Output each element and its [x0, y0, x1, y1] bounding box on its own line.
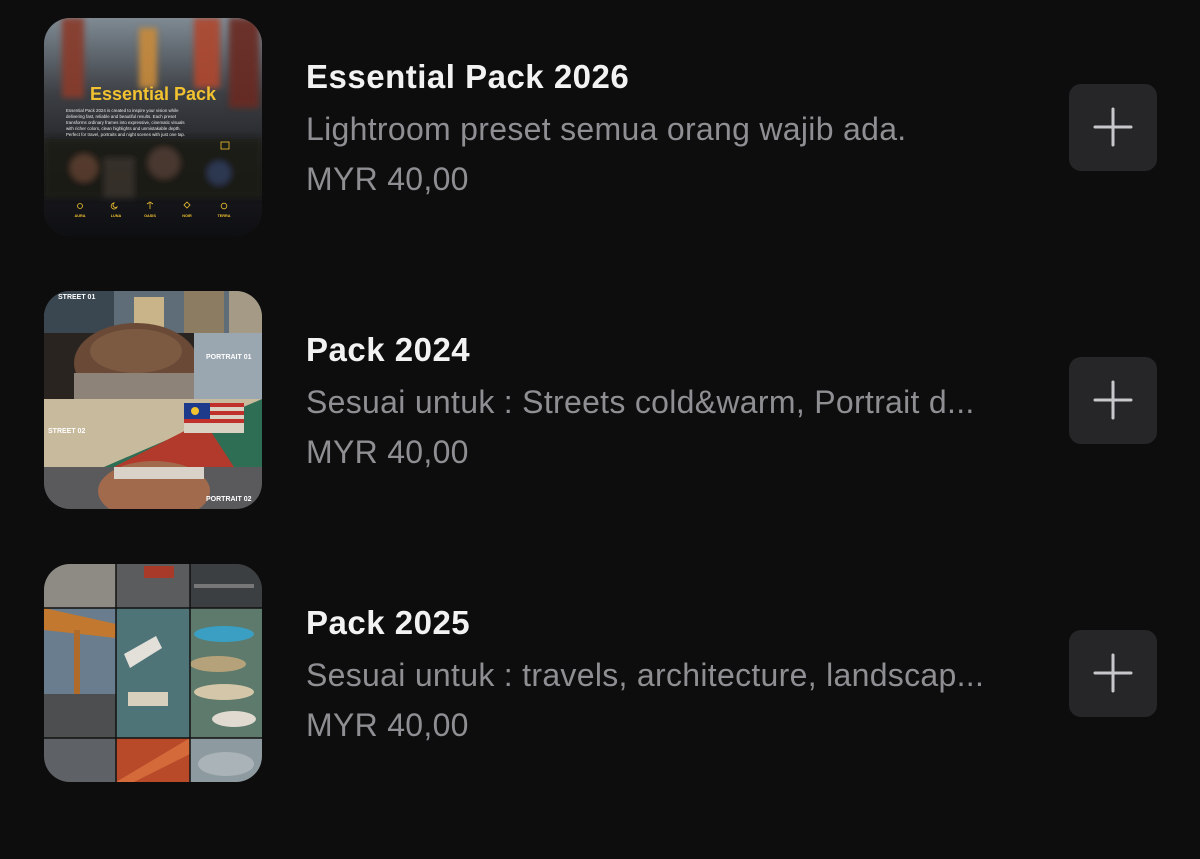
product-description: Lightroom preset semua orang wajib ada.	[306, 111, 907, 147]
preset-label: AURA	[75, 214, 86, 218]
cover-blurb-line: transforms ordinary frames into expressi…	[66, 120, 185, 125]
product-thumbnail[interactable]: Essential Pack Essential Pack 2024 is cr…	[44, 18, 262, 236]
collage-label: PORTRAIT 01	[206, 354, 252, 361]
collage-label: STREET 01	[58, 294, 95, 301]
product-price: MYR 40,00	[306, 707, 469, 743]
collage-label: STREET 02	[48, 428, 85, 435]
product-price: MYR 40,00	[306, 161, 469, 197]
plus-icon	[1093, 107, 1133, 147]
pack-2024-collage-image: STREET 01 PORTRAIT 01 STREET 02 PORTRAIT…	[44, 291, 262, 509]
product-thumbnail[interactable]	[44, 564, 262, 782]
product-title[interactable]: Pack 2024	[306, 331, 470, 369]
product-thumbnail[interactable]: STREET 01 PORTRAIT 01 STREET 02 PORTRAIT…	[44, 291, 262, 509]
preset-label: NOIR	[182, 214, 192, 218]
pack-2025-grid-image	[44, 564, 262, 782]
cover-blurb-line: with richer colors, clean highlights and…	[66, 126, 181, 131]
list-item[interactable]: Essential Pack Essential Pack 2024 is cr…	[0, 18, 1200, 238]
essential-pack-cover-image: Essential Pack Essential Pack 2024 is cr…	[44, 18, 262, 236]
product-title[interactable]: Pack 2025	[306, 604, 470, 642]
plus-icon	[1093, 380, 1133, 420]
product-list: Essential Pack Essential Pack 2024 is cr…	[0, 0, 1200, 859]
preset-label: TERRA	[217, 214, 230, 218]
product-description: Sesuai untuk : Streets cold&warm, Portra…	[306, 384, 975, 420]
collage-label: PORTRAIT 02	[206, 496, 252, 503]
list-item[interactable]: STREET 01 PORTRAIT 01 STREET 02 PORTRAIT…	[0, 291, 1200, 511]
list-item[interactable]: Pack 2025 Sesuai untuk : travels, archit…	[0, 564, 1200, 784]
cover-heading: Essential Pack	[90, 84, 217, 104]
add-button[interactable]	[1069, 357, 1157, 444]
add-button[interactable]	[1069, 84, 1157, 171]
product-title[interactable]: Essential Pack 2026	[306, 58, 629, 96]
preset-label: LUNA	[111, 214, 122, 218]
cover-blurb-line: delivering fast, reliable and beautiful …	[66, 114, 177, 119]
product-price: MYR 40,00	[306, 434, 469, 470]
plus-icon	[1093, 653, 1133, 693]
preset-label: OASIS	[144, 214, 156, 218]
cover-blurb-line: Perfect for travel, portraits and night …	[66, 132, 185, 137]
cover-blurb-line: Essential Pack 2024 is created to inspir…	[66, 108, 179, 113]
product-description: Sesuai untuk : travels, architecture, la…	[306, 657, 985, 693]
add-button[interactable]	[1069, 630, 1157, 717]
